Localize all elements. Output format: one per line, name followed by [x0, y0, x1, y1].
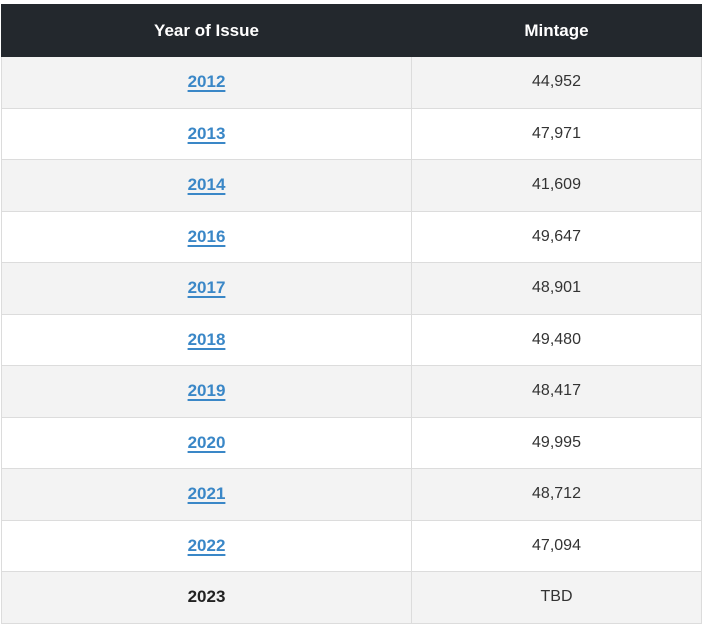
mintage-cell: 49,995 — [411, 416, 702, 469]
mintage-cell: 49,480 — [411, 313, 702, 366]
year-link-2019[interactable]: 2019 — [188, 381, 226, 400]
table-body: 2012 44,952 2013 47,971 2014 41,609 2016… — [1, 56, 702, 624]
table-row: 2012 44,952 — [1, 56, 702, 109]
year-link-2012[interactable]: 2012 — [188, 72, 226, 91]
mintage-table: Year of Issue Mintage 2012 44,952 2013 4… — [1, 4, 702, 624]
header-row: Year of Issue Mintage — [1, 4, 702, 57]
mintage-cell: 48,712 — [411, 468, 702, 521]
year-cell: 2013 — [1, 107, 412, 160]
mintage-cell: 41,609 — [411, 159, 702, 212]
year-link-2018[interactable]: 2018 — [188, 330, 226, 349]
year-link-2022[interactable]: 2022 — [188, 536, 226, 555]
mintage-table-container: Year of Issue Mintage 2012 44,952 2013 4… — [1, 4, 702, 624]
table-row: 2023 TBD — [1, 571, 702, 624]
year-cell: 2019 — [1, 365, 412, 418]
mintage-cell: 47,971 — [411, 107, 702, 160]
year-link-2016[interactable]: 2016 — [188, 227, 226, 246]
table-row: 2016 49,647 — [1, 210, 702, 263]
table-row: 2014 41,609 — [1, 159, 702, 212]
year-cell: 2023 — [1, 571, 412, 624]
mintage-cell: 44,952 — [411, 56, 702, 109]
table-row: 2017 48,901 — [1, 262, 702, 315]
year-cell: 2014 — [1, 159, 412, 212]
mintage-cell: 48,901 — [411, 262, 702, 315]
mintage-cell: 47,094 — [411, 519, 702, 572]
year-link-2013[interactable]: 2013 — [188, 124, 226, 143]
year-cell: 2022 — [1, 519, 412, 572]
year-link-2021[interactable]: 2021 — [188, 484, 226, 503]
year-cell: 2012 — [1, 56, 412, 109]
table-row: 2013 47,971 — [1, 107, 702, 160]
table-row: 2019 48,417 — [1, 365, 702, 418]
year-cell: 2018 — [1, 313, 412, 366]
year-cell: 2021 — [1, 468, 412, 521]
table-row: 2022 47,094 — [1, 519, 702, 572]
year-link-2017[interactable]: 2017 — [188, 278, 226, 297]
year-cell: 2020 — [1, 416, 412, 469]
table-header: Year of Issue Mintage — [1, 4, 702, 57]
year-link-2014[interactable]: 2014 — [188, 175, 226, 194]
year-cell: 2017 — [1, 262, 412, 315]
table-row: 2021 48,712 — [1, 468, 702, 521]
header-year-of-issue: Year of Issue — [1, 4, 412, 57]
header-mintage: Mintage — [411, 4, 702, 57]
mintage-cell: 49,647 — [411, 210, 702, 263]
year-cell: 2016 — [1, 210, 412, 263]
table-row: 2020 49,995 — [1, 416, 702, 469]
mintage-cell: TBD — [411, 571, 702, 624]
year-text-2023: 2023 — [187, 587, 226, 607]
year-link-2020[interactable]: 2020 — [188, 433, 226, 452]
table-row: 2018 49,480 — [1, 313, 702, 366]
mintage-cell: 48,417 — [411, 365, 702, 418]
